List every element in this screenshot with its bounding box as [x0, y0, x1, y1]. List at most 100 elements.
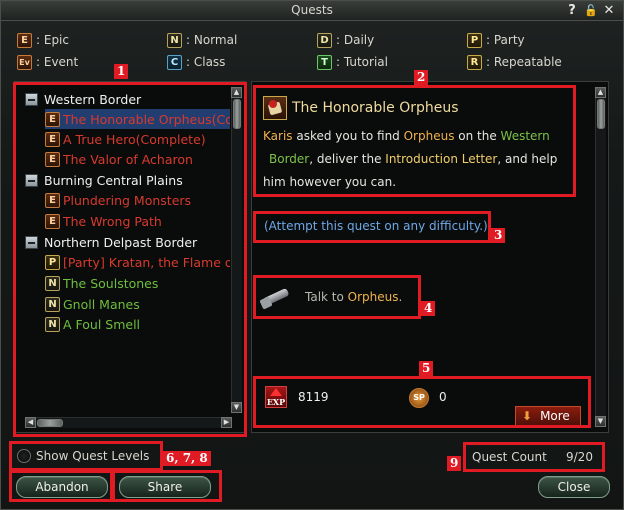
scroll-right-icon[interactable]: ▶ — [221, 417, 232, 428]
legend-tutorial: T : Tutorial — [317, 53, 388, 71]
epic-badge-icon: E — [17, 32, 32, 48]
quest-label: The Honorable Orpheus(Co — [63, 111, 230, 127]
annotation-label-9: 9 — [447, 456, 462, 471]
objective-target[interactable]: Orpheus — [348, 290, 399, 304]
legend-party: P : Party — [467, 31, 525, 49]
tree-quest-item[interactable]: E The Honorable Orpheus(Co — [45, 109, 230, 129]
normal-badge-icon: N — [45, 296, 60, 312]
scroll-up-icon[interactable]: ▲ — [231, 87, 242, 98]
epic-badge-icon: E — [45, 213, 60, 229]
more-rewards-button[interactable]: ⬇ More — [515, 406, 581, 426]
tree-quest-item[interactable]: N Gnoll Manes — [45, 294, 140, 314]
normal-badge-icon: N — [45, 316, 60, 332]
tutorial-badge-icon: T — [317, 54, 332, 70]
location-name: Western — [500, 129, 550, 143]
annotation-label-2: 2 — [414, 70, 429, 85]
quest-list-scrollbar[interactable]: ▲ ▼ — [231, 87, 242, 413]
arrow-down-icon: ⬇ — [522, 409, 533, 423]
show-quest-levels[interactable]: Show Quest Levels — [17, 449, 149, 463]
share-button[interactable]: Share — [119, 476, 211, 498]
repeatable-badge-icon: R — [467, 54, 482, 70]
tree-quest-item[interactable]: P [Party] Kratan, the Flame o — [45, 252, 230, 272]
quest-label: A True Hero(Complete) — [63, 131, 206, 147]
scroll-left-icon[interactable]: ◀ — [25, 417, 36, 428]
legend-label: : Event — [36, 55, 79, 69]
difficulty-note: (Attempt this quest on any difficulty.) — [264, 219, 488, 233]
tree-quest-item[interactable]: E The Valor of Acharon — [45, 149, 193, 169]
legend-label: : Daily — [336, 33, 375, 47]
quest-tree[interactable]: Western Border E The Honorable Orpheus(C… — [17, 85, 230, 417]
exp-icon: EXP — [265, 386, 287, 408]
quest-objective: Talk to Orpheus. — [259, 284, 402, 310]
collapse-icon[interactable] — [25, 92, 38, 106]
scroll-down-icon[interactable]: ▼ — [231, 402, 242, 413]
abandon-button[interactable]: Abandon — [16, 476, 108, 498]
legend-label: : Repeatable — [486, 55, 562, 69]
annotation-label-4: 4 — [421, 301, 436, 316]
legend-normal: N : Normal — [167, 31, 237, 49]
legend-repeatable: R : Repeatable — [467, 53, 562, 71]
collapse-icon[interactable] — [25, 173, 38, 187]
help-icon[interactable]: ? — [564, 3, 580, 19]
quest-title: The Honorable Orpheus — [263, 96, 459, 120]
desc-text: on the — [454, 129, 501, 143]
legend-event: Ev : Event — [17, 53, 78, 71]
objective-text: Talk to — [305, 290, 348, 304]
quest-count-value: 9/20 — [566, 450, 593, 464]
quest-label: [Party] Kratan, the Flame o — [63, 254, 230, 270]
sp-value: 0 — [439, 390, 447, 404]
close-button[interactable]: Close — [538, 476, 610, 498]
tree-quest-item[interactable]: E A True Hero(Complete) — [45, 129, 206, 149]
category-label: Western Border — [44, 91, 142, 107]
desc-text: him however you can. — [263, 175, 397, 189]
quest-label: The Soulstones — [63, 275, 159, 291]
window-title: Quests — [291, 3, 333, 17]
scroll-thumb[interactable] — [233, 99, 241, 129]
legend-label: : Class — [186, 55, 226, 69]
scroll-up-icon[interactable]: ▲ — [595, 87, 606, 98]
scroll-down-icon[interactable]: ▼ — [595, 416, 606, 427]
quest-title-text: The Honorable Orpheus — [292, 100, 459, 116]
show-levels-label: Show Quest Levels — [36, 449, 150, 463]
quest-label: Plundering Monsters — [63, 192, 192, 208]
lock-icon[interactable]: 🔓 — [583, 3, 599, 19]
show-levels-toggle[interactable] — [17, 449, 31, 463]
quest-scroll-icon — [263, 96, 287, 120]
close-icon[interactable]: ✕ — [601, 3, 617, 19]
npc-name: Karis — [263, 129, 293, 143]
legend-label: : Normal — [186, 33, 238, 47]
title-bar[interactable]: Quests ? 🔓 ✕ — [1, 1, 623, 21]
tree-quest-item[interactable]: N A Foul Smell — [45, 314, 140, 334]
tree-quest-item[interactable]: E Plundering Monsters — [45, 190, 191, 210]
quest-label: Gnoll Manes — [63, 296, 140, 312]
tree-category-burning-central-plains[interactable]: Burning Central Plains — [25, 170, 183, 190]
collapse-icon[interactable] — [25, 235, 38, 249]
talk-objective-icon — [259, 284, 293, 310]
quest-label: The Valor of Acharon — [63, 151, 193, 167]
epic-badge-icon: E — [45, 131, 60, 147]
epic-badge-icon: E — [45, 192, 60, 208]
quests-window: Quests ? 🔓 ✕ E : Epic N : Normal D : Dai… — [0, 0, 624, 510]
quest-count-label: Quest Count — [472, 450, 547, 464]
tree-quest-item[interactable]: N The Soulstones — [45, 273, 158, 293]
quest-list-hscrollbar[interactable]: ◀ ▶ — [25, 417, 232, 428]
quest-label: A Foul Smell — [63, 316, 141, 332]
tree-category-western-border[interactable]: Western Border — [25, 89, 141, 109]
legend-label: : Epic — [36, 33, 69, 47]
annotation-label-3: 3 — [491, 228, 506, 243]
quest-description: Karis asked you to find Orpheus on the W… — [263, 125, 573, 194]
scroll-thumb[interactable] — [597, 99, 605, 129]
detail-scrollbar[interactable]: ▲ ▼ — [595, 87, 606, 427]
annotation-label-678: 6, 7, 8 — [163, 451, 211, 466]
tree-category-northern-delpast-border[interactable]: Northern Delpast Border — [25, 232, 197, 252]
hscroll-thumb[interactable] — [37, 419, 63, 427]
legend-label: : Party — [486, 33, 525, 47]
epic-badge-icon: E — [45, 111, 60, 127]
legend-epic: E : Epic — [17, 31, 69, 49]
normal-badge-icon: N — [45, 275, 60, 291]
tree-quest-item[interactable]: E The Wrong Path — [45, 211, 162, 231]
sp-icon: SP — [409, 388, 429, 408]
more-label: More — [540, 409, 570, 423]
party-badge-icon: P — [467, 32, 482, 48]
party-badge-icon: P — [45, 254, 60, 270]
